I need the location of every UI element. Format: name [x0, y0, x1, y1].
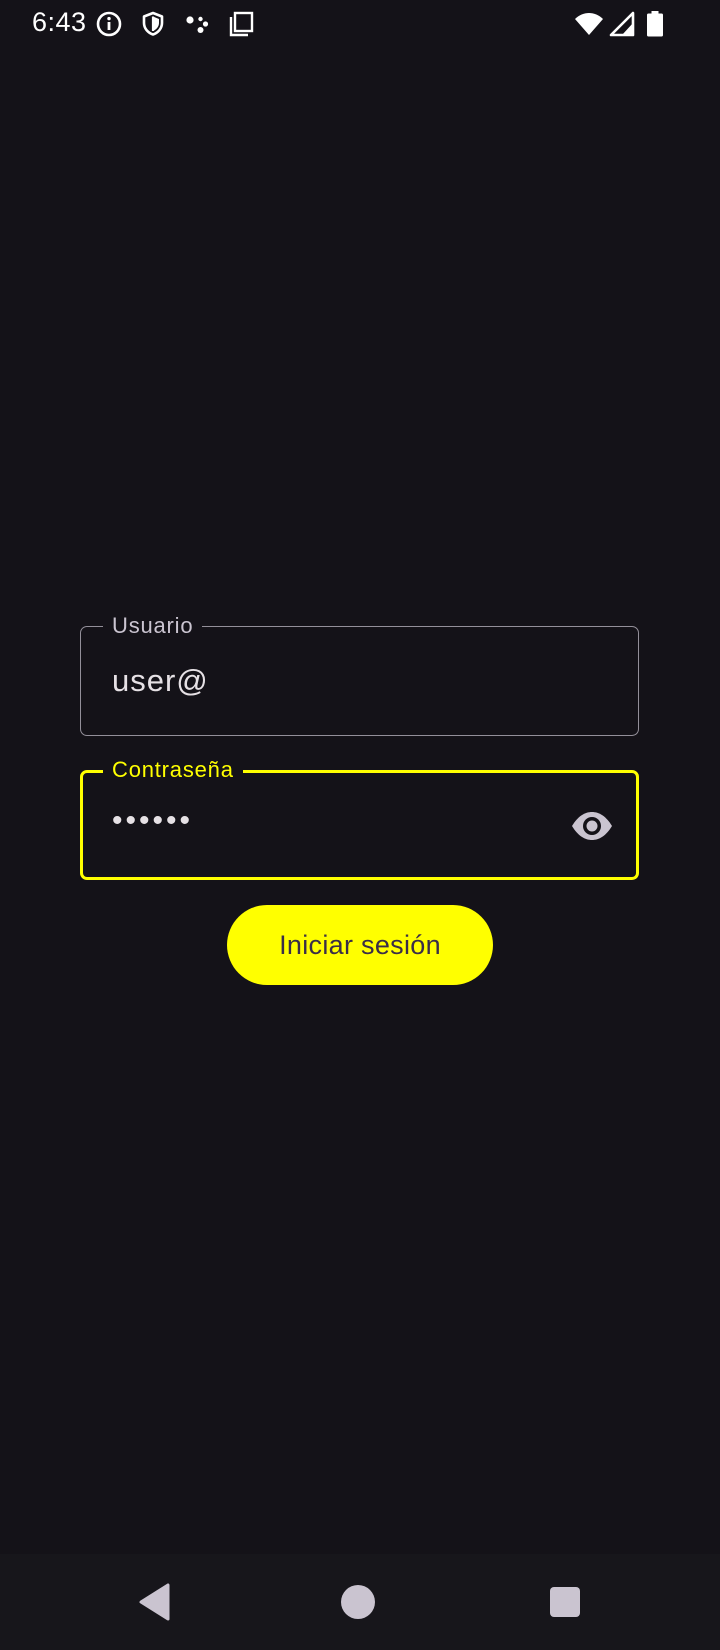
status-time: 6:43: [32, 7, 87, 37]
navigation-bar: [0, 1554, 720, 1650]
shield-icon: [139, 10, 167, 38]
copy-icon: [227, 10, 255, 38]
login-button[interactable]: Iniciar sesión: [227, 905, 493, 985]
info-icon: [95, 10, 123, 38]
username-input[interactable]: user@: [112, 661, 209, 701]
username-field[interactable]: Usuario user@: [80, 613, 639, 736]
password-field[interactable]: Contraseña ••••••: [80, 757, 639, 880]
cellular-signal-icon: [608, 10, 636, 38]
battery-icon: [645, 10, 665, 38]
eye-icon[interactable]: [570, 804, 614, 848]
password-label: Contraseña: [103, 757, 243, 783]
status-bar: 6:43: [0, 0, 720, 48]
wifi-icon: [574, 10, 604, 38]
password-input[interactable]: ••••••: [112, 801, 193, 841]
back-icon[interactable]: [134, 1581, 176, 1623]
username-label: Usuario: [103, 613, 203, 639]
assistant-dots-icon: [183, 10, 211, 38]
home-icon[interactable]: [337, 1581, 379, 1623]
recents-icon[interactable]: [544, 1581, 586, 1623]
